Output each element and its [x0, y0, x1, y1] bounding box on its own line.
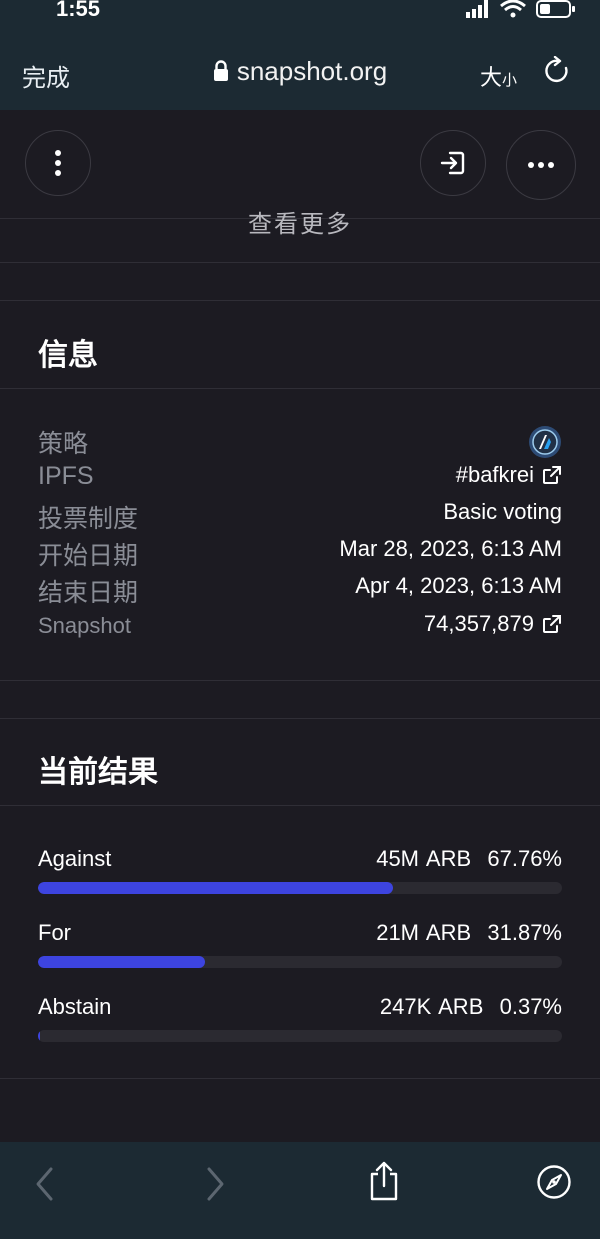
info-row-end-date: 结束日期 Apr 4, 2023, 6:13 AM [38, 573, 562, 609]
result-progress-fill [38, 882, 394, 894]
info-value-text: 74,357,879 [423, 611, 534, 636]
result-amount: 21M ARB [376, 920, 472, 945]
snapshot-link[interactable]: 74,357,879 [424, 611, 562, 637]
info-value: Basic voting [443, 499, 562, 524]
divider [0, 680, 600, 681]
text-size-button[interactable]: 大小 [480, 60, 517, 92]
external-link-icon [543, 615, 561, 633]
forward-icon[interactable] [206, 1166, 226, 1202]
result-label: For [38, 920, 71, 945]
divider [0, 718, 600, 719]
result-value: 247K ARB 0.37% [380, 994, 562, 1020]
external-link-icon [543, 466, 561, 484]
info-value: Apr 4, 2023, 6:13 AM [355, 573, 562, 598]
login-icon [440, 151, 465, 175]
info-row-start-date: 开始日期 Mar 28, 2023, 6:13 AM [38, 536, 562, 572]
lock-icon [213, 60, 228, 81]
info-row-voting-system: 投票制度 Basic voting [38, 499, 562, 535]
info-label: IPFS [38, 462, 94, 490]
back-icon[interactable] [34, 1166, 54, 1202]
share-icon[interactable] [368, 1160, 400, 1202]
browser-bottom-toolbar [0, 1142, 600, 1239]
url-text: snapshot.org [236, 56, 388, 86]
arbitrum-logo-icon [529, 426, 561, 458]
text-size-big: 大 [480, 65, 503, 90]
browser-top-bar: 完成 snapshot.org 大小 [0, 34, 600, 110]
menu-button[interactable] [25, 130, 91, 196]
result-progress-track [38, 1030, 562, 1042]
info-row-ipfs: IPFS #bafkrei [38, 462, 562, 498]
text-size-small: 小 [502, 72, 518, 89]
menu-dots-vertical-icon [55, 150, 61, 176]
result-amount: 247K ARB [379, 994, 484, 1019]
see-more-link[interactable]: 查看更多 [0, 204, 600, 239]
divider [0, 262, 600, 263]
wifi-icon [500, 0, 526, 18]
info-row-snapshot: Snapshot 74,357,879 [38, 611, 562, 647]
info-row-strategy: 策略 [38, 424, 562, 460]
status-bar: 1:55 [0, 0, 600, 34]
signal-icon [466, 0, 488, 18]
info-value: Mar 28, 2023, 6:13 AM [339, 536, 562, 561]
result-value: 45M ARB 67.76% [376, 846, 562, 872]
divider [0, 388, 600, 389]
result-value: 21M ARB 31.87% [376, 920, 562, 946]
info-value-text: #bafkrei [455, 462, 534, 487]
result-label: Abstain [38, 994, 112, 1019]
more-options-button[interactable] [506, 130, 576, 200]
info-label: 策略 [38, 430, 89, 458]
strategy-value[interactable] [528, 425, 562, 459]
status-time: 1:55 [56, 0, 101, 21]
result-label: Against [38, 846, 112, 871]
more-horizontal-icon [528, 162, 554, 168]
info-label: 投票制度 [38, 505, 139, 533]
divider [0, 805, 600, 806]
status-icons [466, 0, 576, 18]
result-amount: 45M ARB [376, 846, 472, 871]
app-header [0, 110, 600, 219]
compass-icon[interactable] [536, 1164, 572, 1200]
result-percent: 67.76% [487, 846, 562, 871]
result-progress-fill [38, 1030, 40, 1042]
result-percent: 0.37% [499, 994, 562, 1019]
login-button[interactable] [420, 130, 486, 196]
result-progress-fill [38, 956, 205, 968]
info-label: Snapshot [38, 613, 131, 638]
battery-icon [536, 0, 575, 18]
result-percent: 31.87% [487, 920, 562, 945]
info-label: 开始日期 [38, 542, 139, 570]
divider [0, 1078, 600, 1079]
result-progress-track [38, 956, 562, 968]
ipfs-link[interactable]: #bafkrei [456, 462, 562, 488]
info-label: 结束日期 [38, 579, 139, 607]
info-section-title: 信息 [38, 339, 98, 372]
reload-icon[interactable] [544, 56, 572, 86]
results-section-title: 当前结果 [38, 756, 158, 789]
result-progress-track [38, 882, 562, 894]
divider [0, 300, 600, 301]
